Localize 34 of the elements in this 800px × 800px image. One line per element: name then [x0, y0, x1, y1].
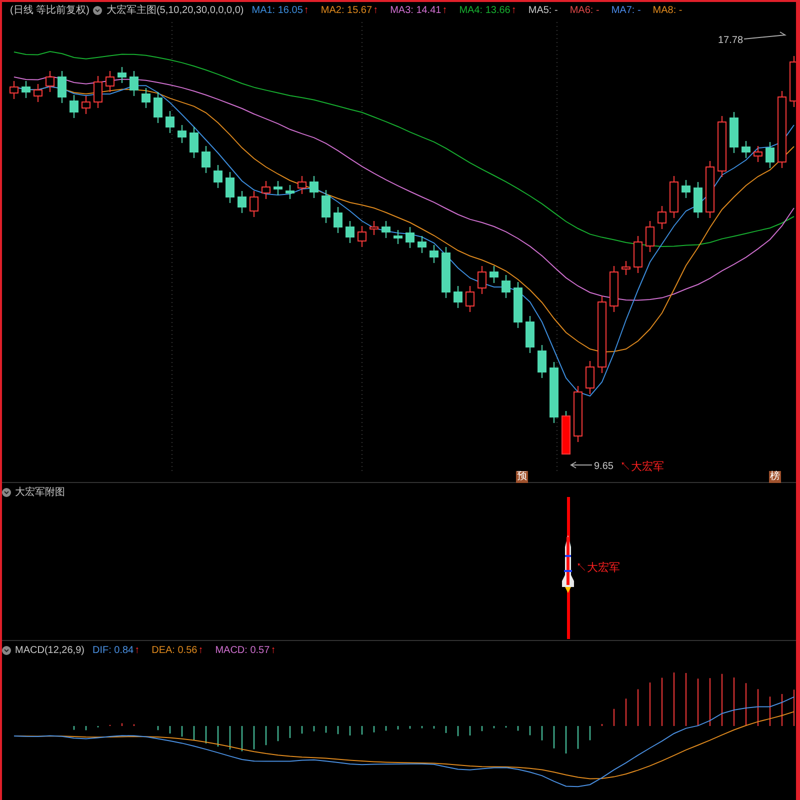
indicator-value: MA3: 14.41 — [390, 4, 442, 18]
dropdown-icon[interactable] — [2, 646, 11, 655]
marker-badge: 榜 — [769, 471, 781, 483]
trend-arrow: ↑ — [134, 644, 140, 658]
leader-line — [744, 32, 787, 40]
trend-arrow: ↑ — [442, 4, 448, 18]
indicator-value: MA1: 16.05 — [252, 4, 303, 18]
leader-line — [570, 462, 592, 468]
trend-arrow: ↑ — [198, 644, 204, 658]
trend-arrow: ↑ — [304, 4, 309, 18]
indicator-value: MACD: 0.57 — [215, 644, 270, 658]
dropdown-icon[interactable] — [93, 6, 102, 15]
dropdown-icon[interactable] — [2, 488, 11, 497]
sub-chart-title: 大宏军附图 — [15, 486, 65, 500]
indicator-value: MA2: 15.67 — [320, 4, 372, 18]
macd-title: MACD(12,26,9) — [15, 644, 84, 658]
trend-arrow: ↑ — [373, 4, 378, 18]
chart-period: (日线 等比前复权) — [10, 4, 90, 18]
rocket-drawing — [561, 535, 575, 593]
trend-arrow: ↑ — [511, 4, 516, 18]
indicator-value: MA7: - — [611, 4, 641, 18]
high-price-label: 17.78 — [718, 34, 744, 48]
signal-label: ↖大宏军 — [620, 460, 664, 475]
indicator-value: MA4: 13.66 — [459, 4, 510, 18]
indicator-value: MA5: - — [528, 4, 558, 18]
indicator-value: DIF: 0.84 — [92, 644, 134, 658]
indicator-value: DEA: 0.56 — [152, 644, 198, 658]
trend-arrow: ↑ — [270, 644, 276, 658]
indicator-value: MA8: - — [652, 4, 682, 18]
indicator-value: MA6: - — [570, 4, 600, 18]
signal-label: ↖大宏军 — [576, 560, 620, 576]
indicator-title: 大宏军主图(5,10,20,30,0,0,0,0) — [106, 4, 244, 18]
marker-badge: 预 — [516, 471, 528, 483]
low-price-label: 9.65 — [594, 460, 614, 474]
